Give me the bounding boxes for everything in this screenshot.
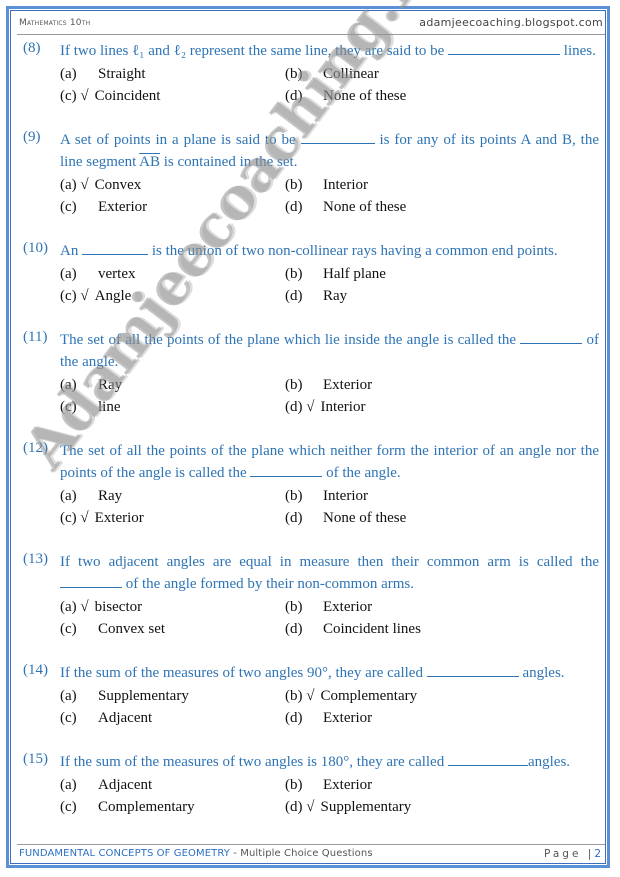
option-a-correct[interactable]: (a) √ Convex	[60, 174, 141, 196]
options: (a) √ bisector (b) Exterior (c) Convex set …	[60, 596, 599, 640]
options: (a) Ray (b) Interior (c) √ Exterior (d) None…	[60, 485, 599, 529]
option-b[interactable]: (b) Exterior	[285, 774, 372, 796]
answer-blank	[300, 130, 375, 144]
page-number: 2	[594, 848, 601, 860]
option-c-correct[interactable]: (c) √ Exterior	[60, 507, 144, 529]
option-c[interactable]: (c) Convex set	[60, 618, 165, 640]
option-b[interactable]: (b) Exterior	[285, 374, 372, 396]
question-14: (14) If the sum of the measures of two a…	[23, 662, 599, 729]
question-text: If two lines ℓ₁ and ℓ₂ represent the sam…	[60, 41, 596, 59]
option-a[interactable]: (a) Adjacent	[60, 774, 152, 796]
question-11: (11) The set of all the points of the pl…	[23, 329, 599, 418]
option-b[interactable]: (b) Collinear	[285, 63, 379, 85]
option-d-correct[interactable]: (d) √ Interior	[285, 396, 365, 418]
option-b[interactable]: (b) Interior	[285, 485, 368, 507]
option-c[interactable]: (c) Complementary	[60, 796, 195, 818]
option-c-correct[interactable]: (c) √ Angle	[60, 285, 131, 307]
question-number: (9)	[23, 129, 41, 145]
option-b[interactable]: (b) Exterior	[285, 596, 372, 618]
answer-blank	[447, 752, 528, 766]
question-text: If the sum of the measures of two angles…	[60, 752, 571, 770]
question-text: A set of points in a plane is said to be…	[60, 130, 599, 170]
question-number: (14)	[23, 662, 48, 678]
option-d-correct[interactable]: (d) √ Supplementary	[285, 796, 411, 818]
question-15: (15) If the sum of the measures of two a…	[23, 751, 599, 818]
question-text: The set of all the points of the plane w…	[60, 443, 599, 481]
options: (a) Ray (b) Exterior (c) line (d) √ Interior	[60, 374, 599, 418]
question-number: (8)	[23, 40, 41, 56]
option-b-correct[interactable]: (b) √ Complementary	[285, 685, 417, 707]
question-number: (10)	[23, 240, 48, 256]
question-number: (12)	[23, 440, 48, 456]
question-10: (10) An is the union of two non-collinea…	[23, 240, 599, 307]
page-indicator: Page |2	[544, 848, 601, 860]
option-a[interactable]: (a) Straight	[60, 63, 146, 85]
answer-blank	[60, 574, 122, 588]
page-header: Mathematics 10th adamjeecoaching.blogspo…	[17, 16, 605, 35]
options: (a) Supplementary (b) √ Complementary (c) A…	[60, 685, 599, 729]
options: (a) √ Convex (b) Interior (c) Exterior (d) N…	[60, 174, 599, 218]
option-c[interactable]: (c) Exterior	[60, 196, 147, 218]
question-text: An is the union of two non-collinear ray…	[60, 241, 558, 259]
option-b[interactable]: (b) Interior	[285, 174, 368, 196]
option-d[interactable]: (d) Exterior	[285, 707, 372, 729]
question-9: (9) A set of points in a plane is said t…	[23, 129, 599, 218]
chapter-title: FUNDAMENTAL CONCEPTS OF GEOMETRY - Multi…	[19, 848, 373, 859]
option-d[interactable]: (d) None of these	[285, 507, 406, 529]
option-a[interactable]: (a) Ray	[60, 374, 122, 396]
option-a[interactable]: (a) Ray	[60, 485, 122, 507]
option-b[interactable]: (b) Half plane	[285, 263, 386, 285]
option-d[interactable]: (d) Ray	[285, 285, 347, 307]
question-13: (13) If two adjacent angles are equal in…	[23, 551, 599, 640]
site-url: adamjeecoaching.blogspot.com	[419, 16, 603, 29]
question-8: (8) If two lines ℓ₁ and ℓ₂ represent the…	[23, 40, 599, 107]
question-text: The set of all the points of the plane w…	[60, 330, 599, 370]
section-title: - Multiple Choice Questions	[229, 848, 373, 859]
question-number: (15)	[23, 751, 48, 767]
answer-blank	[448, 41, 561, 55]
option-a[interactable]: (a) vertex	[60, 263, 135, 285]
page-footer: FUNDAMENTAL CONCEPTS OF GEOMETRY - Multi…	[17, 844, 605, 863]
option-a[interactable]: (a) Supplementary	[60, 685, 189, 707]
options: (a) Adjacent (b) Exterior (c) Complementary…	[60, 774, 599, 818]
option-d[interactable]: (d) Coincident lines	[285, 618, 421, 640]
question-number: (13)	[23, 551, 48, 567]
answer-blank	[426, 663, 519, 677]
answer-blank	[250, 463, 323, 477]
option-c[interactable]: (c) line	[60, 396, 121, 418]
segment-ab: AB	[139, 154, 160, 170]
answer-blank	[520, 330, 583, 344]
question-12: (12) The set of all the points of the pl…	[23, 440, 599, 529]
subject-title: Mathematics 10th	[19, 18, 91, 28]
options: (a) Straight (b) Collinear (c) √ Coincident…	[60, 63, 599, 107]
option-c[interactable]: (c) Adjacent	[60, 707, 152, 729]
question-text: If the sum of the measures of two angles…	[60, 663, 565, 681]
option-c-correct[interactable]: (c) √ Coincident	[60, 85, 160, 107]
option-a-correct[interactable]: (a) √ bisector	[60, 596, 142, 618]
option-d[interactable]: (d) None of these	[285, 196, 406, 218]
option-d[interactable]: (d) None of these	[285, 85, 406, 107]
answer-blank	[82, 241, 149, 255]
options: (a) vertex (b) Half plane (c) √ Angle (d) Ra…	[60, 263, 599, 307]
question-number: (11)	[23, 329, 48, 345]
page-label: Page	[544, 848, 582, 860]
question-text: If two adjacent angles are equal in meas…	[60, 554, 599, 592]
